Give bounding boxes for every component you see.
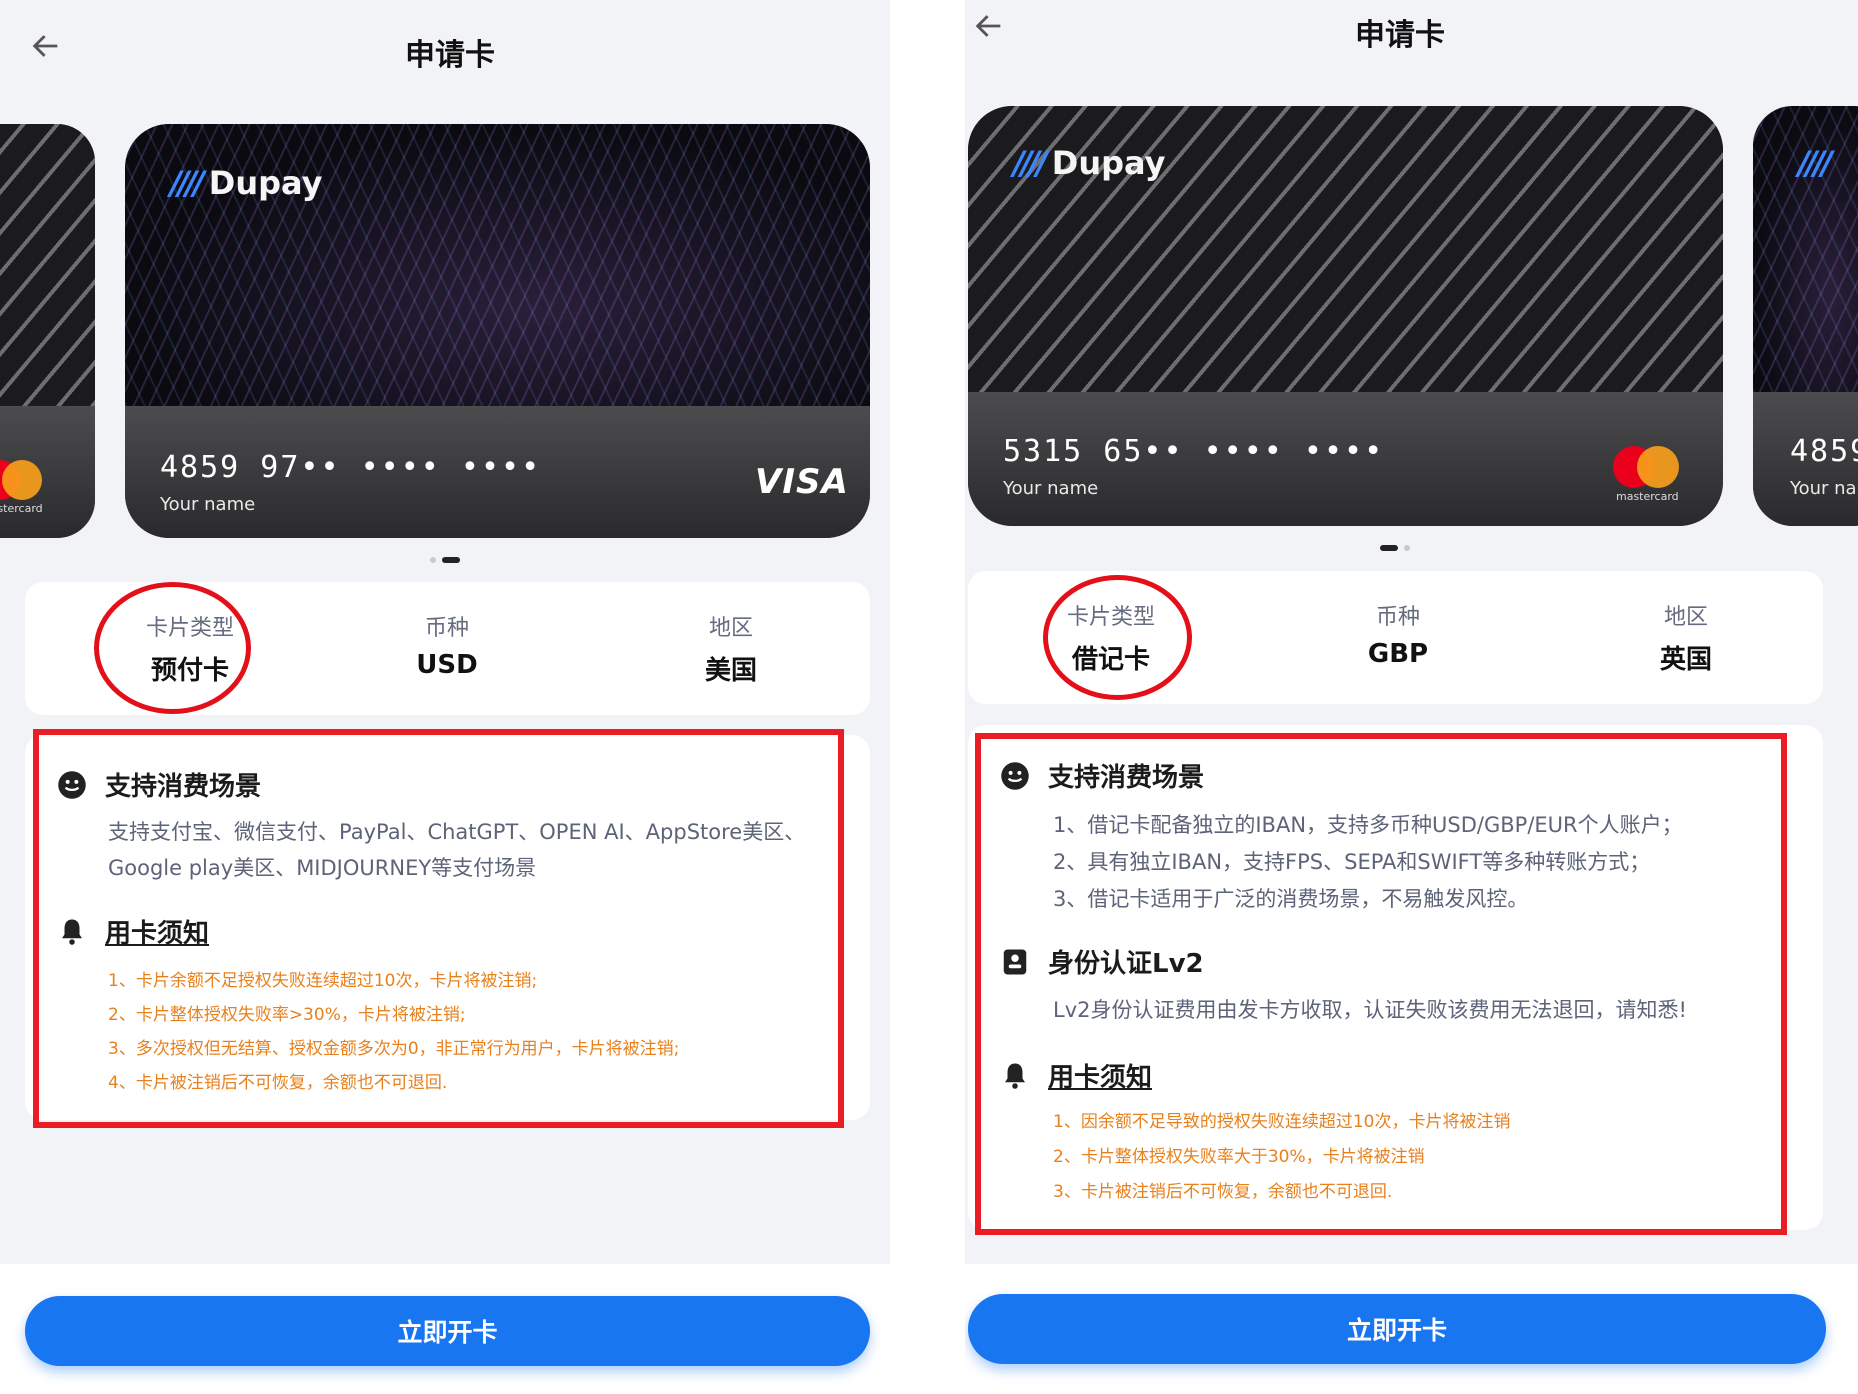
card-visa[interactable]: //// Dupay 4859 97•• •••• •••• Your name… <box>125 124 870 538</box>
mastercard-logo-icon: mastercard <box>1613 446 1693 506</box>
bell-icon <box>62 919 82 945</box>
back-arrow-icon[interactable] <box>26 26 66 66</box>
footer-bar: 立即开卡 <box>0 1264 890 1394</box>
dupay-logo: //// Dupay <box>1013 144 1166 182</box>
info-currency: 币种 GBP <box>1367 605 1429 669</box>
dupay-slashes-icon: //// <box>1798 144 1833 182</box>
section-scene-heading: 支持消费场景 <box>1000 757 1204 794</box>
dupay-logo: //// Dupay <box>170 164 323 202</box>
card-art <box>0 124 95 406</box>
section-kyc-heading: 身份认证Lv2 <box>1000 943 1204 980</box>
carousel-dots <box>430 557 460 563</box>
notice-line: 1、卡片余额不足授权失败连续超过10次，卡片将被注销; <box>108 971 538 991</box>
notice-line: 3、卡片被注销后不可恢复，余额也不可退回. <box>1053 1182 1393 1202</box>
smile-icon <box>58 770 86 799</box>
dupay-slashes-icon: //// <box>1013 144 1048 182</box>
section-notice-heading: 用卡须知 <box>1000 1057 1152 1094</box>
page-title: 申请卡 <box>405 38 495 73</box>
dupay-slashes-icon: //// <box>170 164 205 202</box>
notice-line: 2、卡片整体授权失败率大于30%，卡片将被注销 <box>1053 1147 1425 1167</box>
carousel-dot-active[interactable] <box>442 557 460 563</box>
page-title: 申请卡 <box>1355 18 1445 53</box>
dupay-logo-partial: //// <box>1798 144 1833 182</box>
info-region: 地区 美国 <box>704 616 757 686</box>
card-holder-name: Your name <box>1003 478 1099 499</box>
card-holder-name: Your na <box>1790 478 1857 499</box>
open-card-button[interactable]: 立即开卡 <box>968 1294 1826 1364</box>
notice-line: 2、卡片整体授权失败率>30%，卡片将被注销; <box>108 1005 466 1025</box>
peek-card-next[interactable]: //// 4859 Your na <box>1753 106 1858 526</box>
kyc-text-line: Lv2身份认证费用由发卡方收取，认证失败该费用无法退回，请知悉! <box>1053 998 1687 1022</box>
card-holder-name: Your name <box>160 494 256 515</box>
scene-text-line: 支持支付宝、微信支付、PayPal、ChatGPT、OPEN AI、AppSto… <box>108 820 806 844</box>
visa-logo: VISA <box>755 462 849 502</box>
bell-icon <box>1005 1063 1025 1089</box>
notice-line: 3、多次授权但无结算、授权金额多次为0，非正常行为用户，卡片将被注销; <box>108 1039 680 1059</box>
scene-text-line: 3、借记卡适用于广泛的消费场景，不易触发风控。 <box>1053 887 1529 911</box>
notice-line: 4、卡片被注销后不可恢复，余额也不可退回. <box>108 1073 448 1093</box>
card-number: 4859 <box>1790 434 1858 469</box>
mastercard-logo-icon: mastercard <box>0 460 50 515</box>
section-notice-heading: 用卡须知 <box>57 913 209 950</box>
footer-bar: 立即开卡 <box>965 1264 1858 1394</box>
smile-icon <box>1001 761 1029 790</box>
carousel-dot-active[interactable] <box>1380 545 1398 551</box>
peek-card-previous[interactable]: mastercard <box>0 124 95 538</box>
annotation-circle <box>94 582 251 714</box>
notice-line: 1、因余额不足导致的授权失败连续超过10次，卡片将被注销 <box>1053 1112 1511 1132</box>
info-region: 地区 英国 <box>1659 605 1712 675</box>
right-phone-screen: 申请卡 //// Dupay 5315 65•• •••• •••• Your … <box>965 0 1858 1394</box>
card-number: 5315 65•• •••• •••• <box>1003 434 1385 469</box>
card-number: 4859 97•• •••• •••• <box>160 450 542 485</box>
back-arrow-icon[interactable] <box>969 6 1009 46</box>
section-scene-heading: 支持消费场景 <box>57 766 261 803</box>
info-currency: 币种 USD <box>416 616 478 680</box>
left-phone-screen: 申请卡 mastercard //// Dupay 4859 97•• ••••… <box>0 0 890 1394</box>
annotation-circle <box>1043 575 1192 700</box>
carousel-dots <box>1380 545 1410 551</box>
open-card-button[interactable]: 立即开卡 <box>25 1296 870 1366</box>
carousel-dot[interactable] <box>430 557 436 563</box>
card-mastercard[interactable]: //// Dupay 5315 65•• •••• •••• Your name… <box>968 106 1723 526</box>
scene-text-line: 2、具有独立IBAN，支持FPS、SEPA和SWIFT等多种转账方式； <box>1053 850 1651 874</box>
id-badge-icon <box>1003 949 1027 974</box>
scene-text-line: 1、借记卡配备独立的IBAN，支持多币种USD/GBP/EUR个人账户； <box>1053 813 1683 837</box>
scene-text-line: Google play美区、MIDJOURNEY等支付场景 <box>108 856 537 880</box>
carousel-dot[interactable] <box>1404 545 1410 551</box>
